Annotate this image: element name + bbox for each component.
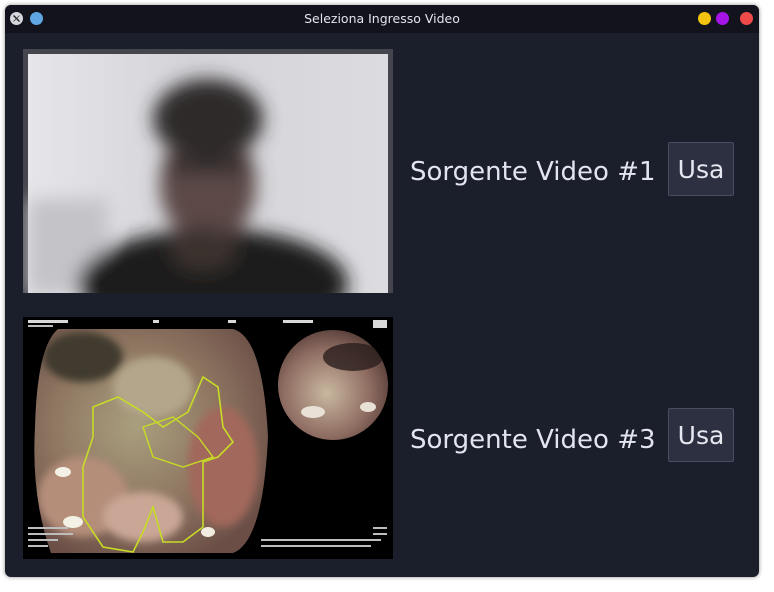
source-row: Sorgente Video #1 Usa — [5, 43, 759, 303]
use-source-button[interactable]: Usa — [668, 142, 734, 196]
source-label: Sorgente Video #3 — [410, 425, 656, 455]
video-preview-3 — [23, 317, 393, 559]
maximize-button[interactable] — [716, 12, 729, 25]
video-preview-1 — [23, 49, 393, 293]
close-button[interactable] — [740, 12, 753, 25]
video-input-dialog: Seleziona Ingresso Video Sorgente Video … — [5, 5, 759, 577]
source-row: Sorgente Video #3 Usa — [5, 311, 759, 563]
use-source-button[interactable]: Usa — [668, 408, 734, 462]
window-title: Seleziona Ingresso Video — [304, 11, 460, 26]
source-label: Sorgente Video #1 — [410, 157, 656, 187]
titlebar: Seleziona Ingresso Video — [5, 5, 759, 33]
minimize-button[interactable] — [698, 12, 711, 25]
